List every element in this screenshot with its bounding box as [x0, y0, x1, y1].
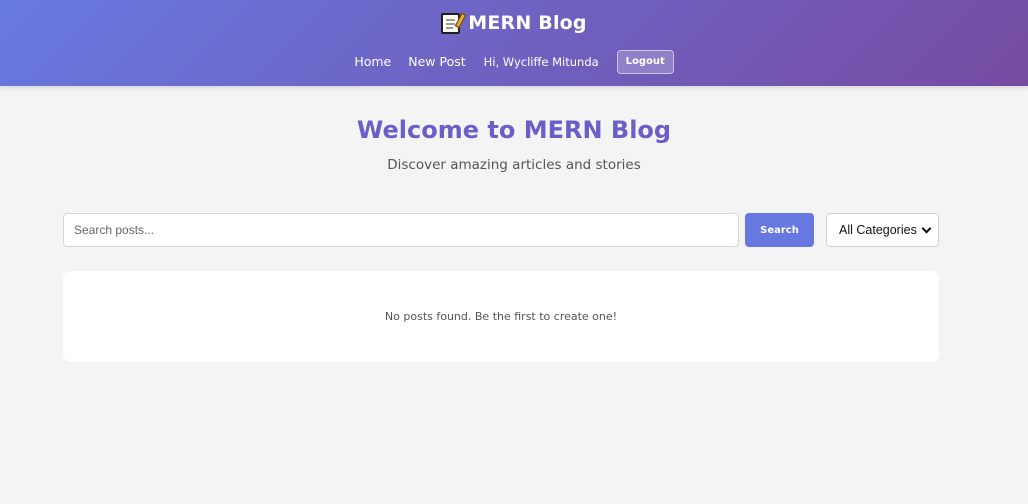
nav-bar: Home New Post Hi, Wycliffe Mitunda Logou… — [0, 49, 1028, 74]
nav-new-post-link[interactable]: New Post — [408, 54, 465, 69]
brand-title: MERN Blog — [468, 12, 587, 34]
memo-icon — [441, 12, 467, 34]
empty-posts-message: No posts found. Be the first to create o… — [384, 310, 618, 323]
brand[interactable]: MERN Blog — [0, 8, 1028, 38]
header: MERN Blog Home New Post Hi, Wycliffe Mit… — [0, 0, 1028, 86]
page-title: Welcome to MERN Blog — [356, 116, 672, 144]
search-button[interactable]: Search — [745, 213, 814, 247]
logout-button[interactable]: Logout — [616, 49, 674, 74]
category-select[interactable]: All Categories — [826, 213, 939, 247]
page-subtitle: Discover amazing articles and stories — [387, 157, 641, 173]
nav-home-link[interactable]: Home — [354, 54, 391, 69]
search-input[interactable] — [63, 213, 739, 247]
user-greeting: Hi, Wycliffe Mitunda — [483, 54, 599, 69]
chevron-down-icon — [921, 223, 932, 233]
posts-list-card: No posts found. Be the first to create o… — [63, 271, 939, 362]
category-selected-value: All Categories — [839, 223, 917, 237]
